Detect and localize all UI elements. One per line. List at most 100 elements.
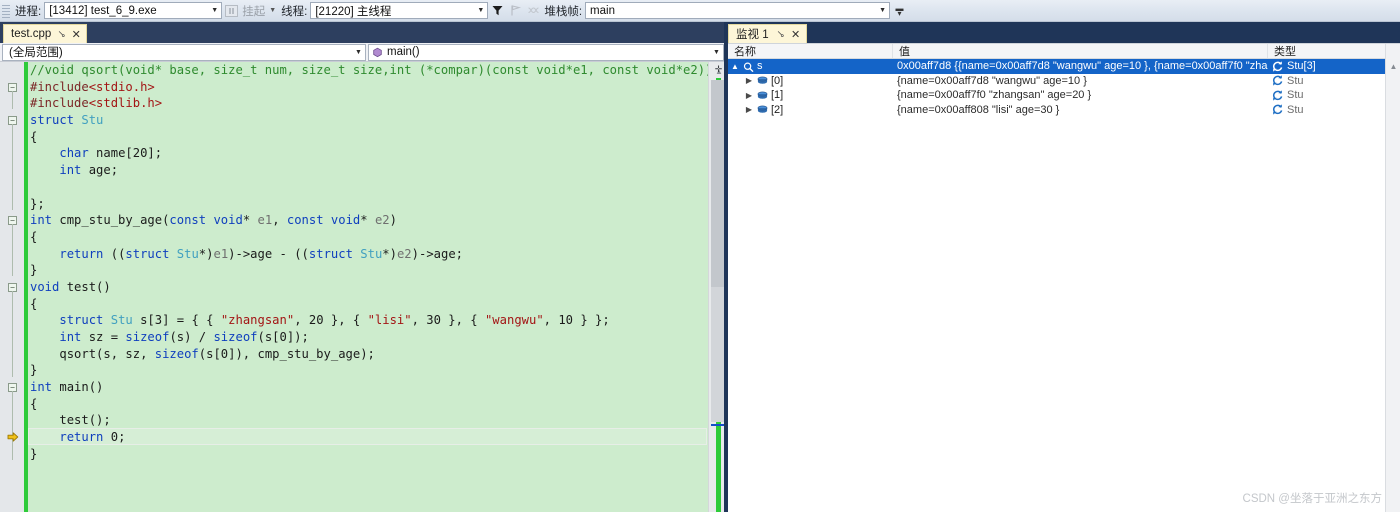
code-line[interactable]: { — [30, 229, 720, 246]
watch-value-text: {name=0x00aff7d8 "wangwu" age=10 } — [897, 74, 1087, 87]
watch-name-cell[interactable]: ▶ [2] — [728, 103, 893, 118]
visual-studio-debug-window: 进程: [13412] test_6_9.exe ▼ 挂起 ▼ 线程: [212… — [0, 0, 1400, 512]
watch-name-cell[interactable]: ▲ s — [728, 59, 893, 74]
suspend-icon[interactable] — [223, 2, 239, 19]
watch-type-text: Stu — [1287, 103, 1304, 116]
tab-watch-1[interactable]: 监视 1 ⊸ ✕ — [728, 24, 808, 43]
thread-label: 线程: — [281, 5, 308, 18]
code-line[interactable]: return ((struct Stu*)e1)->age - ((struct… — [30, 246, 720, 263]
chevron-down-icon[interactable]: ▼ — [474, 3, 487, 18]
scroll-up-icon[interactable]: ▲ — [1386, 60, 1400, 72]
tab-test-cpp[interactable]: test.cpp ⊸ ✕ — [3, 24, 87, 43]
watch-type-text: Stu — [1287, 74, 1304, 87]
column-header-type[interactable]: 类型 — [1268, 44, 1385, 58]
refresh-icon[interactable] — [1272, 90, 1283, 101]
code-line[interactable]: #include<stdlib.h> — [30, 95, 720, 112]
column-header-name[interactable]: 名称 — [728, 44, 893, 58]
code-line[interactable]: { — [30, 129, 720, 146]
watch-row[interactable]: ▶ [2] {name=0x00aff808 "lisi" age=30 } Stu — [728, 103, 1400, 118]
watch-name-text: [2] — [771, 103, 784, 116]
code-line[interactable]: }; — [30, 196, 720, 213]
chevron-down-icon[interactable]: ▼ — [876, 3, 889, 18]
watch-type-cell: Stu — [1268, 74, 1385, 89]
refresh-icon[interactable] — [1272, 75, 1283, 86]
watch-name-cell[interactable]: ▶ [1] — [728, 88, 893, 103]
watch-type-text: Stu[3] — [1287, 60, 1316, 73]
watch-value-cell[interactable]: 0x00aff7d8 {{name=0x00aff7d8 "wangwu" ag… — [893, 59, 1268, 74]
thread-dropdown[interactable]: [21220] 主线程 ▼ — [310, 2, 489, 19]
code-line[interactable]: void test() — [30, 279, 720, 296]
pin-icon[interactable]: ⊸ — [773, 27, 787, 41]
current-statement-arrow-icon[interactable] — [6, 430, 20, 444]
column-header-value[interactable]: 值 — [893, 44, 1268, 58]
watch-row[interactable]: ▶ [0] {name=0x00aff7d8 "wangwu" age=10 } St… — [728, 74, 1400, 89]
member-dropdown[interactable]: main() ▼ — [368, 43, 724, 61]
code-line[interactable]: char name[20]; — [30, 145, 720, 162]
watch-pane: 监视 1 ⊸ ✕ 名称 值 类型 ▲ s 0x00aff7d8 {{name=0x0… — [728, 22, 1400, 512]
scope-value: (全局范围) — [9, 47, 63, 59]
refresh-icon[interactable] — [1272, 104, 1283, 115]
code-line[interactable]: //void qsort(void* base, size_t num, siz… — [30, 62, 720, 79]
watch-vertical-scrollbar[interactable]: ▲ — [1385, 44, 1400, 512]
code-line[interactable]: { — [30, 396, 720, 413]
suspend-chevron-down-icon[interactable]: ▼ — [269, 7, 276, 14]
object-icon — [757, 105, 768, 114]
code-line[interactable]: int cmp_stu_by_age(const void* e1, const… — [30, 212, 720, 229]
watch-name-text: [1] — [771, 89, 784, 102]
expand-triangle-icon[interactable]: ▶ — [744, 91, 754, 100]
code-line[interactable]: } — [30, 262, 720, 279]
code-line[interactable]: return 0; — [30, 429, 720, 446]
watch-type-cell: Stu — [1268, 88, 1385, 103]
watermark-text: CSDN @坐落于亚洲之东方 — [1242, 493, 1382, 505]
chevron-down-icon[interactable]: ▼ — [208, 3, 221, 18]
code-text-area[interactable]: − − − − − //void qsort(void* base, size_t nu… — [0, 62, 728, 512]
drag-grip-icon[interactable] — [2, 2, 10, 19]
watch-row[interactable]: ▶ [1] {name=0x00aff7f0 "zhangsan" age=20 }… — [728, 88, 1400, 103]
member-value: main() — [387, 46, 420, 58]
code-line[interactable]: struct Stu s[3] = { { "zhangsan", 20 }, … — [30, 312, 720, 329]
toolbar-overflow-icon[interactable]: ▬ ▾ — [894, 2, 905, 19]
watch-value-cell[interactable]: {name=0x00aff808 "lisi" age=30 } — [893, 103, 1268, 118]
code-line[interactable]: } — [30, 362, 720, 379]
code-line[interactable]: int main() — [30, 379, 720, 396]
stack-frame-dropdown[interactable]: main ▼ — [585, 2, 891, 19]
filter-funnel-icon[interactable] — [489, 2, 505, 19]
debug-location-toolbar: 进程: [13412] test_6_9.exe ▼ 挂起 ▼ 线程: [212… — [0, 0, 1400, 22]
code-line[interactable]: #include<stdio.h> — [30, 79, 720, 96]
expand-triangle-icon[interactable]: ▶ — [744, 105, 754, 114]
watch-value-cell[interactable]: {name=0x00aff7f0 "zhangsan" age=20 } — [893, 88, 1268, 103]
code-line[interactable]: test(); — [30, 412, 720, 429]
watch-row[interactable]: ▲ s 0x00aff7d8 {{name=0x00aff7d8 "wangwu" … — [728, 59, 1400, 74]
threads-icon[interactable] — [525, 2, 541, 19]
code-line[interactable] — [30, 179, 720, 196]
code-line[interactable]: } — [30, 446, 720, 463]
expand-triangle-icon[interactable]: ▶ — [744, 76, 754, 85]
chevron-down-icon[interactable]: ▼ — [352, 49, 365, 56]
code-line[interactable]: struct Stu — [30, 112, 720, 129]
fold-connector — [12, 391, 13, 461]
scope-dropdown[interactable]: (全局范围) ▼ — [2, 43, 366, 61]
watch-name-cell[interactable]: ▶ [0] — [728, 74, 893, 89]
magnifier-watch-icon — [743, 62, 754, 72]
close-icon[interactable]: ✕ — [72, 28, 81, 41]
process-label: 进程: — [15, 5, 42, 18]
code-line[interactable]: qsort(s, sz, sizeof(s[0]), cmp_stu_by_ag… — [30, 346, 720, 363]
flag-icon[interactable] — [507, 2, 523, 19]
process-dropdown[interactable]: [13412] test_6_9.exe ▼ — [44, 2, 223, 19]
chevron-down-icon[interactable]: ▼ — [710, 49, 723, 56]
watch-value-cell[interactable]: {name=0x00aff7d8 "wangwu" age=10 } — [893, 74, 1268, 89]
code-lines[interactable]: //void qsort(void* base, size_t num, siz… — [30, 62, 720, 463]
code-line[interactable]: { — [30, 296, 720, 313]
pin-icon[interactable]: ⊸ — [55, 27, 69, 41]
refresh-icon[interactable] — [1272, 61, 1283, 72]
watch-type-cell: Stu[3] — [1268, 59, 1385, 74]
thread-value: [21220] 主线程 — [315, 5, 392, 18]
collapse-triangle-icon[interactable]: ▲ — [730, 62, 740, 71]
code-line[interactable]: int sz = sizeof(s) / sizeof(s[0]); — [30, 329, 720, 346]
stack-frame-value: main — [590, 4, 615, 17]
close-icon[interactable]: ✕ — [791, 28, 800, 41]
watch-value-text: {name=0x00aff7f0 "zhangsan" age=20 } — [897, 89, 1092, 102]
code-line[interactable]: int age; — [30, 162, 720, 179]
watch-column-headers: 名称 值 类型 — [728, 44, 1400, 59]
watch-name-text: [0] — [771, 74, 784, 87]
